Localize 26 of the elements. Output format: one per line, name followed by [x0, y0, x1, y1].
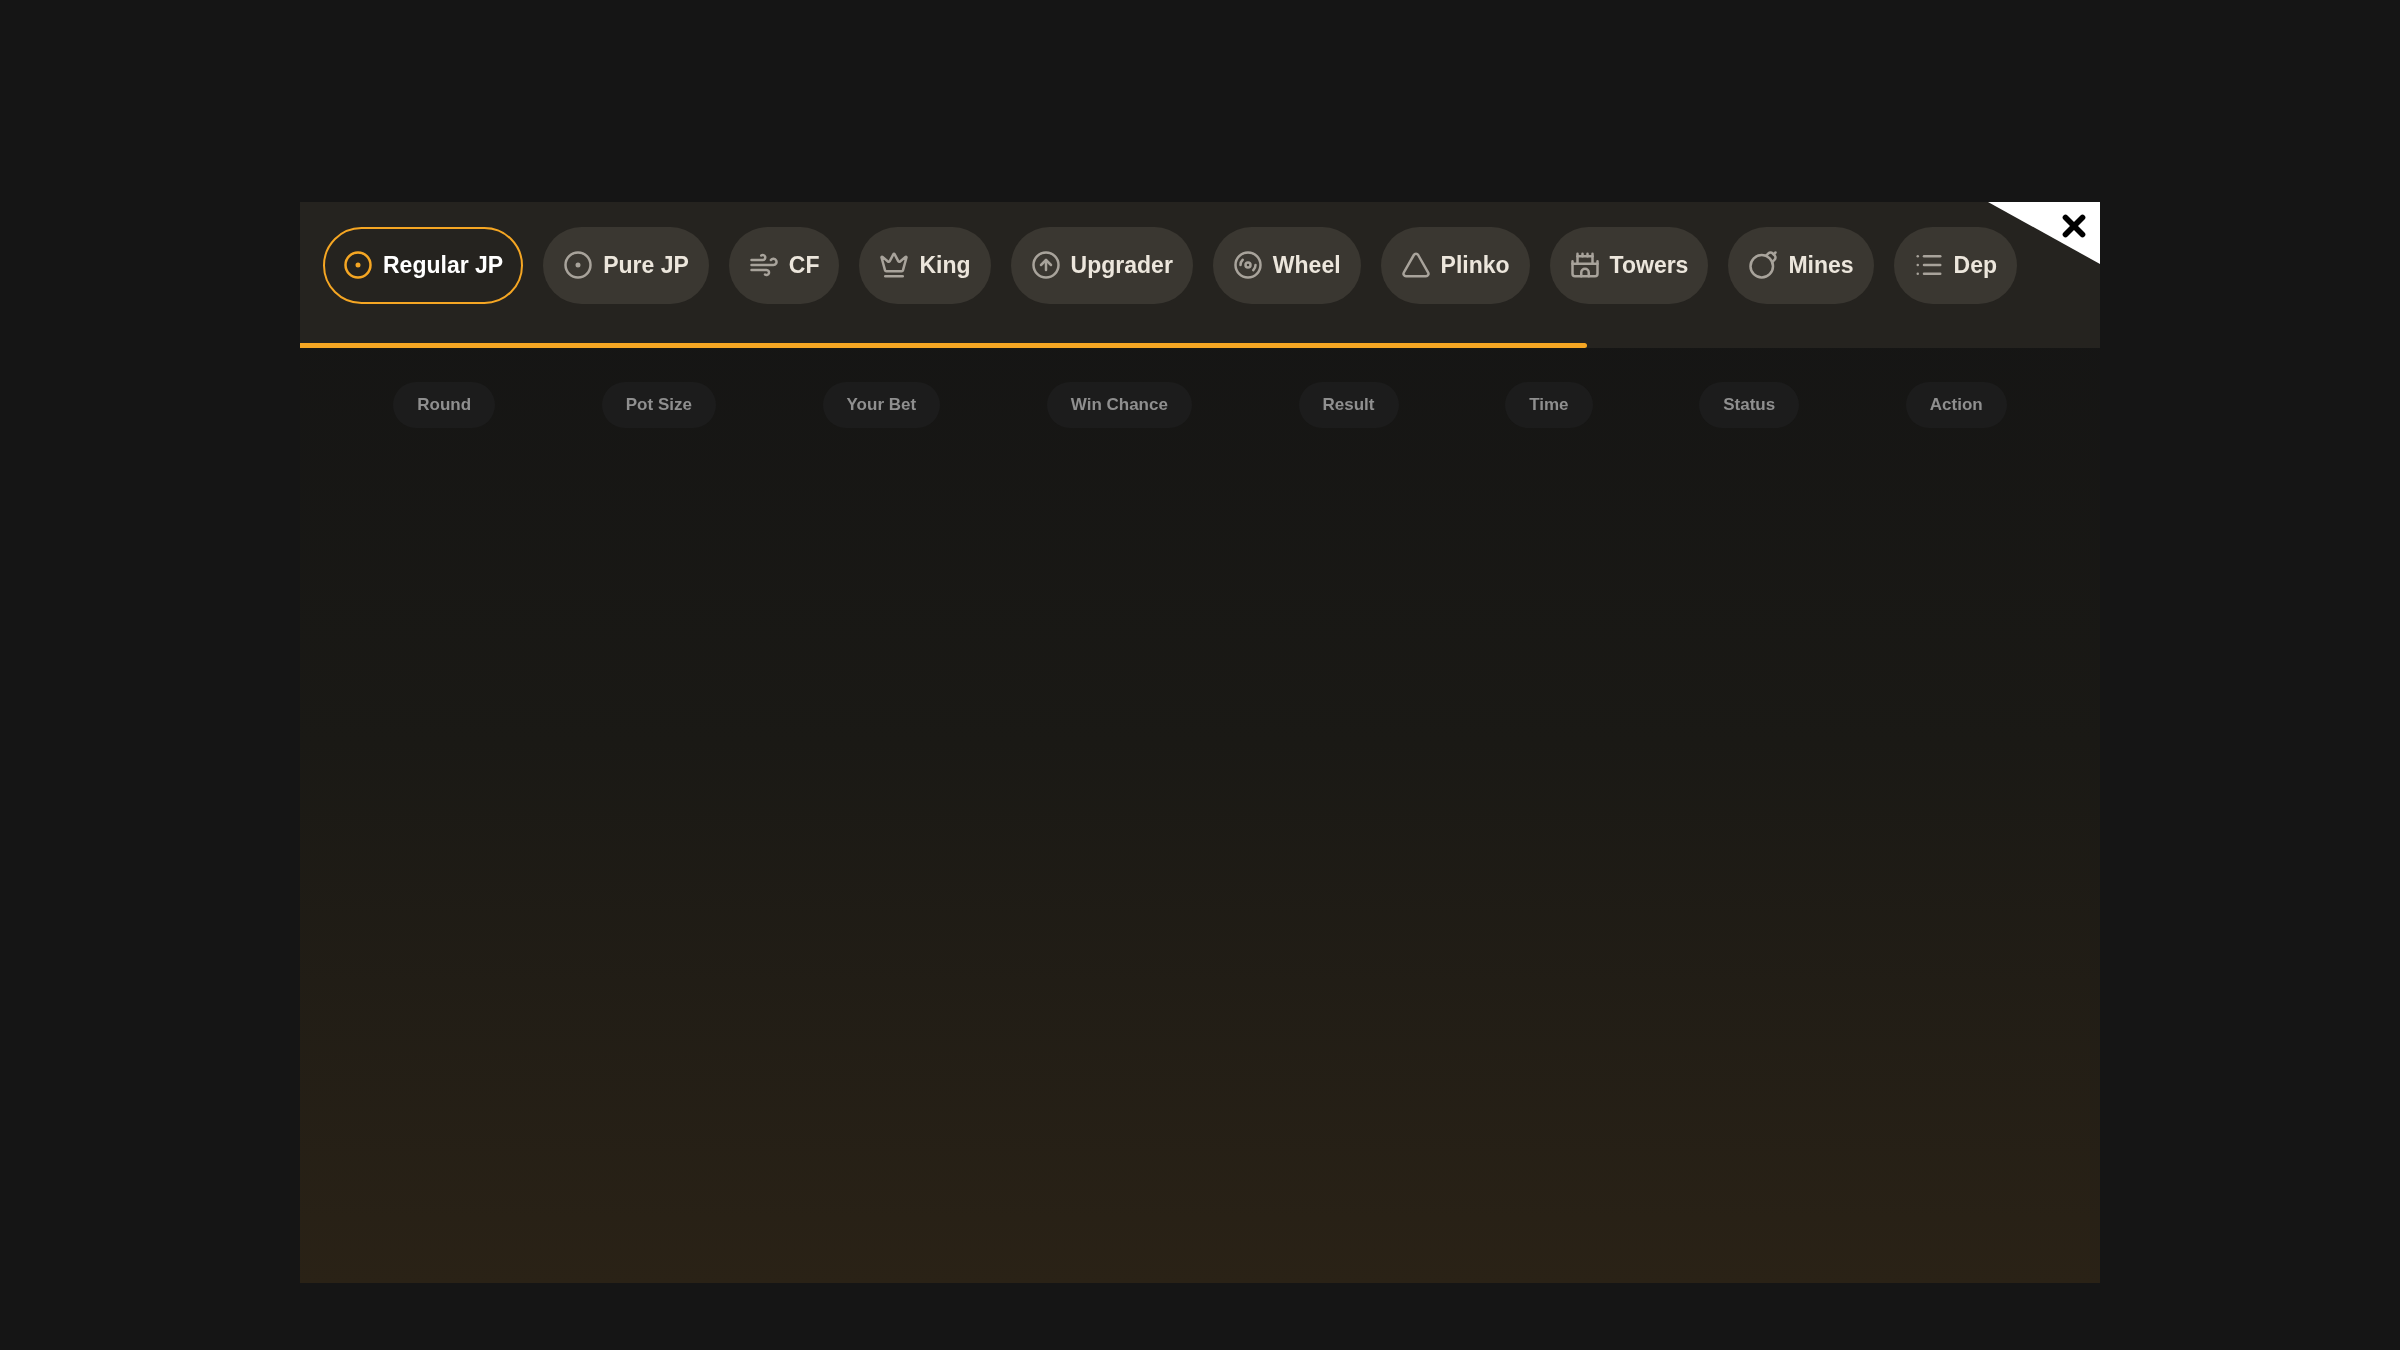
- jackpot-ring-icon: [563, 250, 594, 280]
- column-header: Time: [1505, 382, 1593, 428]
- circle-arrow-up-icon: [1030, 250, 1061, 280]
- game-tab[interactable]: Dep: [1893, 226, 2018, 304]
- game-tab[interactable]: Plinko: [1380, 226, 1530, 304]
- column-header: Round: [393, 382, 496, 428]
- bomb-icon: [1748, 250, 1779, 280]
- column-header: Action: [1905, 382, 2007, 428]
- jackpot-ring-icon: [343, 250, 373, 280]
- column-header: Pot Size: [601, 382, 716, 428]
- crown-icon: [879, 250, 910, 280]
- game-tab[interactable]: Towers: [1549, 226, 1709, 304]
- game-tab[interactable]: Wheel: [1212, 226, 1361, 304]
- column-header: Result: [1298, 382, 1399, 428]
- game-tab[interactable]: CF: [728, 226, 840, 304]
- triangle-icon: [1400, 250, 1431, 280]
- game-tab[interactable]: Upgrader: [1010, 226, 1193, 304]
- game-tab[interactable]: King: [859, 226, 991, 304]
- column-header: Win Chance: [1046, 382, 1192, 428]
- tower-icon: [1569, 250, 1600, 280]
- wheel-icon: [1232, 250, 1263, 280]
- game-tab[interactable]: Regular JP: [323, 226, 524, 304]
- game-tab[interactable]: Mines: [1728, 226, 1874, 304]
- column-header: Your Bet: [822, 382, 941, 428]
- column-header: Status: [1699, 382, 1800, 428]
- game-tab[interactable]: Pure JP: [543, 226, 709, 304]
